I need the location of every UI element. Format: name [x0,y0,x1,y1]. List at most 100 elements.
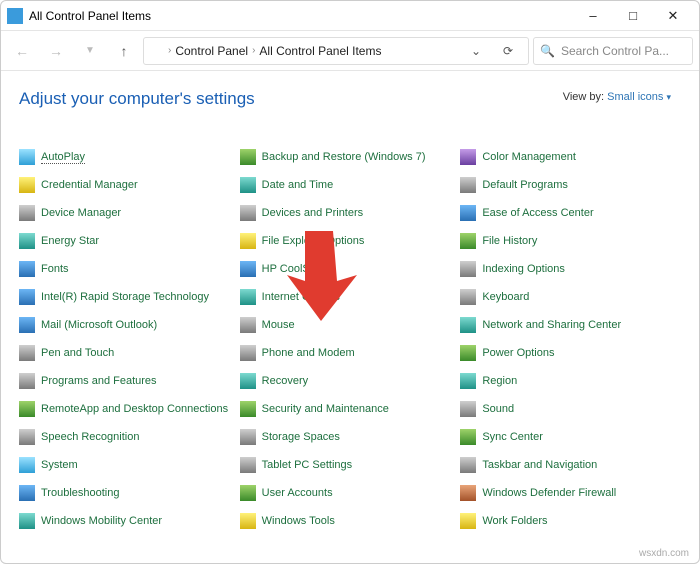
item-icon [19,177,35,193]
maximize-button[interactable]: □ [613,2,653,30]
control-panel-item[interactable]: Devices and Printers [240,199,461,227]
control-panel-item[interactable]: Energy Star [19,227,240,255]
view-by-control[interactable]: View by: Small icons ▾ [563,91,671,103]
control-panel-item[interactable]: File Explorer Options [240,227,461,255]
control-panel-item[interactable]: Color Management [460,143,681,171]
control-panel-item[interactable]: Windows Defender Firewall [460,479,681,507]
control-panel-item[interactable]: Speech Recognition [19,423,240,451]
control-panel-item[interactable]: Date and Time [240,171,461,199]
address-expand-button[interactable]: ⌄ [462,44,490,58]
item-icon [240,177,256,193]
control-panel-item[interactable]: Recovery [240,367,461,395]
window-controls: – □ ✕ [573,2,693,30]
control-panel-item[interactable]: RemoteApp and Desktop Connections [19,395,240,423]
item-label: Sound [482,403,514,415]
control-panel-item[interactable]: Windows Mobility Center [19,507,240,535]
control-panel-item[interactable]: User Accounts [240,479,461,507]
item-icon [19,373,35,389]
control-panel-item[interactable]: Tablet PC Settings [240,451,461,479]
control-panel-item[interactable]: Region [460,367,681,395]
breadcrumb-root[interactable]: Control Panel [175,44,248,58]
search-input[interactable]: 🔍 Search Control Pa... [533,37,693,65]
item-label: Intel(R) Rapid Storage Technology [41,291,209,303]
control-panel-item[interactable]: Sync Center [460,423,681,451]
item-label: Default Programs [482,179,568,191]
item-label: Security and Maintenance [262,403,389,415]
close-button[interactable]: ✕ [653,2,693,30]
control-panel-item[interactable]: Intel(R) Rapid Storage Technology [19,283,240,311]
control-panel-item[interactable]: Ease of Access Center [460,199,681,227]
chevron-down-icon: ▾ [666,92,671,102]
item-label: Work Folders [482,515,547,527]
view-by-mode[interactable]: Small icons [607,91,663,103]
item-icon [240,289,256,305]
control-panel-icon [7,8,23,24]
control-panel-item[interactable]: Mouse [240,311,461,339]
back-button[interactable]: ← [7,36,37,66]
item-label: Internet Options [262,291,340,303]
control-panel-icon [150,44,164,58]
minimize-button[interactable]: – [573,2,613,30]
breadcrumb-current[interactable]: All Control Panel Items [259,44,381,58]
control-panel-item[interactable]: AutoPlay [19,143,240,171]
item-icon [240,401,256,417]
control-panel-item[interactable]: Sound [460,395,681,423]
control-panel-item[interactable]: Programs and Features [19,367,240,395]
control-panel-item[interactable]: File History [460,227,681,255]
control-panel-item[interactable]: Pen and Touch [19,339,240,367]
control-panel-item[interactable]: Network and Sharing Center [460,311,681,339]
item-icon [19,429,35,445]
item-icon [460,205,476,221]
control-panel-item[interactable]: Storage Spaces [240,423,461,451]
item-icon [460,429,476,445]
item-icon [460,261,476,277]
control-panel-item[interactable]: Indexing Options [460,255,681,283]
item-icon [460,317,476,333]
item-label: Windows Mobility Center [41,515,162,527]
forward-button[interactable]: → [41,36,71,66]
item-label: Ease of Access Center [482,207,593,219]
item-icon [240,457,256,473]
recent-locations-button[interactable]: ▼ [75,36,105,66]
address-bar[interactable]: › Control Panel › All Control Panel Item… [143,37,529,65]
control-panel-item[interactable]: Device Manager [19,199,240,227]
control-panel-item[interactable]: Power Options [460,339,681,367]
control-panel-item[interactable]: System [19,451,240,479]
control-panel-item[interactable]: Troubleshooting [19,479,240,507]
item-icon [19,261,35,277]
control-panel-item[interactable]: Security and Maintenance [240,395,461,423]
item-icon [240,345,256,361]
up-button[interactable]: ↑ [109,36,139,66]
control-panel-item[interactable]: Keyboard [460,283,681,311]
refresh-button[interactable]: ⟳ [494,44,522,58]
control-panel-item[interactable]: Windows Tools [240,507,461,535]
control-panel-item[interactable]: Taskbar and Navigation [460,451,681,479]
item-icon [460,345,476,361]
item-icon [19,345,35,361]
item-label: Devices and Printers [262,207,364,219]
titlebar: All Control Panel Items – □ ✕ [1,1,699,31]
item-label: Power Options [482,347,554,359]
item-icon [460,373,476,389]
control-panel-item[interactable]: Default Programs [460,171,681,199]
item-icon [19,513,35,529]
item-label: Backup and Restore (Windows 7) [262,151,426,163]
item-icon [240,429,256,445]
control-panel-item[interactable]: Work Folders [460,507,681,535]
control-panel-item[interactable]: Phone and Modem [240,339,461,367]
item-icon [460,513,476,529]
control-panel-item[interactable]: Backup and Restore (Windows 7) [240,143,461,171]
item-icon [19,205,35,221]
item-label: Indexing Options [482,263,565,275]
control-panel-item[interactable]: Credential Manager [19,171,240,199]
item-label: Credential Manager [41,179,138,191]
control-panel-item[interactable]: Internet Options [240,283,461,311]
item-icon [19,401,35,417]
item-icon [460,457,476,473]
item-label: Date and Time [262,179,334,191]
items-grid: AutoPlay Backup and Restore (Windows 7) Co… [19,143,681,535]
item-label: Pen and Touch [41,347,114,359]
control-panel-item[interactable]: HP CoolSense [240,255,461,283]
control-panel-item[interactable]: Fonts [19,255,240,283]
control-panel-item[interactable]: Mail (Microsoft Outlook) [19,311,240,339]
